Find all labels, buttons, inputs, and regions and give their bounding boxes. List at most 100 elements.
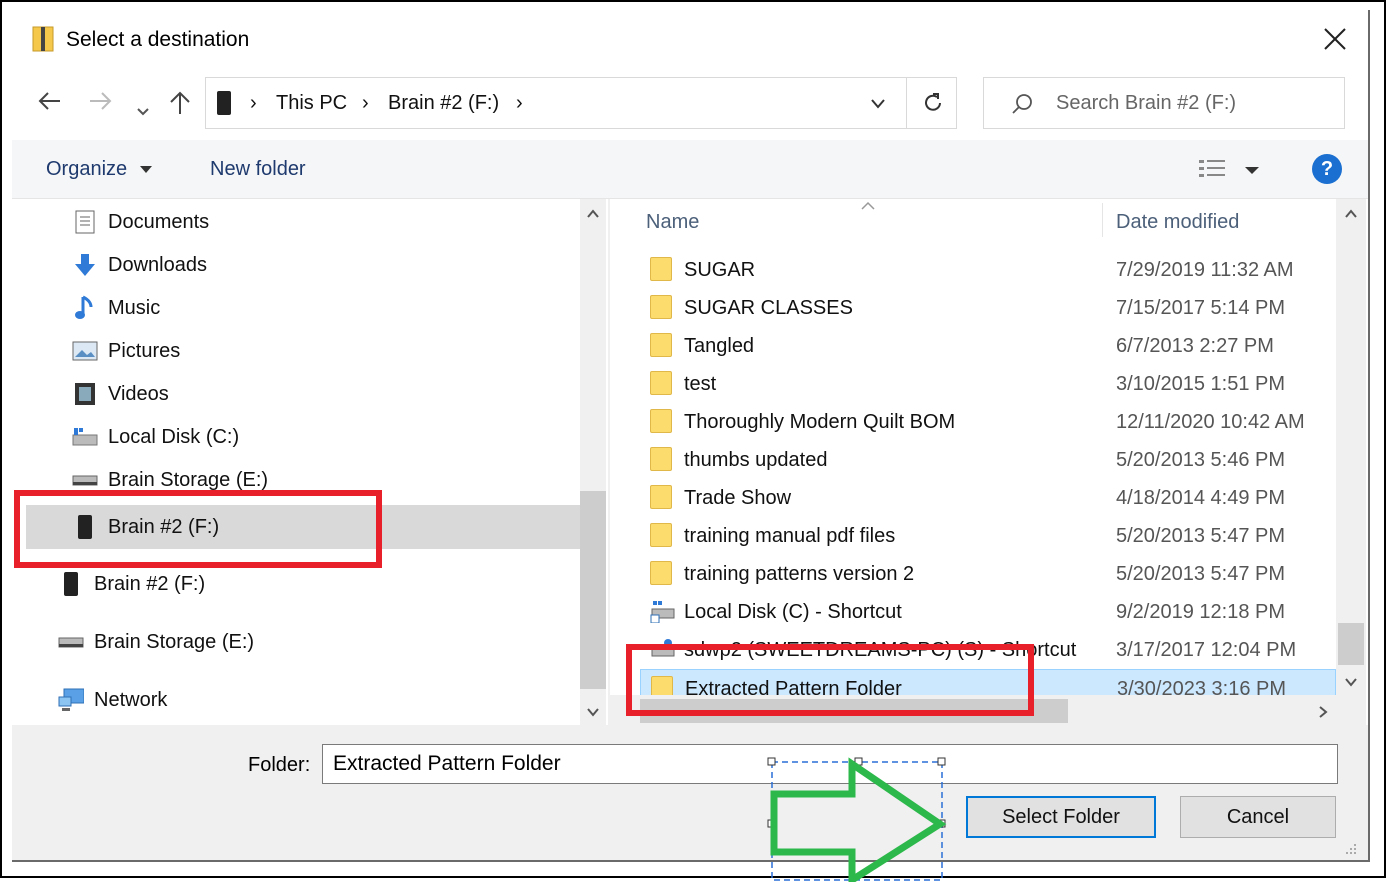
select-folder-button[interactable]: Select Folder [966, 796, 1156, 838]
breadcrumb-separator: › [250, 92, 257, 114]
scroll-up-icon[interactable] [1344, 209, 1358, 219]
forward-button[interactable] [88, 90, 114, 119]
nav-item-music[interactable]: Music [72, 288, 160, 328]
file-list-vertical-scrollbar[interactable] [1336, 199, 1366, 695]
file-name: Thoroughly Modern Quilt BOM [684, 411, 956, 433]
nav-item-local-disk-c[interactable]: Local Disk (C:) [72, 417, 239, 457]
scroll-up-icon[interactable] [586, 209, 600, 219]
up-button[interactable] [168, 90, 192, 123]
music-icon [72, 295, 98, 321]
address-dropdown-icon[interactable] [870, 98, 886, 110]
nav-pane-scroll-thumb[interactable] [580, 491, 606, 689]
sort-ascending-icon [861, 201, 875, 210]
file-name: SUGAR CLASSES [684, 297, 853, 319]
file-row[interactable]: test 3/10/2015 1:51 PM [640, 365, 1336, 403]
folder-label: Folder: [248, 754, 311, 776]
folder-icon [650, 447, 674, 473]
nav-item-brain-2-f[interactable]: Brain #2 (F:) [58, 564, 205, 604]
navigation-pane: Documents Downloads Music Pictures Video… [12, 199, 608, 725]
close-button[interactable] [1318, 22, 1352, 56]
file-date-modified: 3/10/2015 1:51 PM [1116, 373, 1286, 395]
organize-dropdown-icon [139, 166, 152, 173]
search-icon [1012, 94, 1032, 114]
nav-item-label: Downloads [108, 253, 207, 276]
nav-item-documents[interactable]: Documents [72, 202, 209, 242]
file-row[interactable]: thumbs updated 5/20/2013 5:46 PM [640, 441, 1336, 479]
nav-item-downloads[interactable]: Downloads [72, 245, 207, 285]
back-button[interactable] [36, 90, 62, 119]
refresh-button[interactable] [906, 77, 960, 129]
file-name: SUGAR [684, 259, 756, 281]
column-header-date-modified[interactable]: Date modified [1116, 211, 1239, 234]
file-date-modified: 3/17/2017 12:04 PM [1116, 639, 1297, 661]
new-folder-button[interactable]: New folder [210, 158, 306, 181]
organize-label: Organize [46, 158, 128, 180]
shortcut-icon [650, 599, 675, 625]
scroll-down-icon[interactable] [1344, 677, 1358, 687]
folder-icon [650, 485, 674, 511]
nav-item-brain-storage-e-2[interactable]: Brain Storage (E:) [58, 622, 254, 662]
search-placeholder: Search Brain #2 (F:) [1056, 92, 1237, 114]
file-row[interactable]: SUGAR CLASSES 7/15/2017 5:14 PM [640, 289, 1336, 327]
help-icon[interactable]: ? [1312, 154, 1342, 184]
file-date-modified: 6/7/2013 2:27 PM [1116, 335, 1274, 357]
folder-icon [650, 295, 674, 321]
file-date-modified: 5/20/2013 5:47 PM [1116, 525, 1286, 547]
file-date-modified: 5/20/2013 5:47 PM [1116, 563, 1286, 585]
nav-item-label: Documents [108, 210, 210, 233]
drive-icon [58, 629, 84, 655]
search-box[interactable]: Search Brain #2 (F:) [983, 77, 1345, 129]
file-date-modified: 12/11/2020 10:42 AM [1116, 411, 1305, 433]
file-row[interactable]: SUGAR 7/29/2019 11:32 AM [640, 251, 1336, 289]
up-arrow-icon [170, 91, 190, 114]
file-name: training patterns version 2 [684, 563, 915, 585]
usb-drive-icon [217, 91, 231, 115]
file-row[interactable]: training patterns version 2 5/20/2013 5:4… [640, 555, 1336, 593]
file-row[interactable]: Local Disk (C) - Shortcut 9/2/2019 12:18 … [640, 593, 1336, 631]
file-name: Trade Show [684, 487, 792, 509]
highlight-box-selected-folder [626, 644, 1034, 716]
file-row[interactable]: Tangled 6/7/2013 2:27 PM [640, 327, 1336, 365]
downloads-icon [72, 252, 98, 278]
scroll-down-icon[interactable] [586, 707, 600, 717]
nav-item-label: Brain Storage (E:) [94, 630, 255, 653]
folder-icon [650, 333, 674, 359]
folder-icon [650, 371, 674, 397]
resize-grip-icon[interactable] [1342, 840, 1358, 856]
command-toolbar: Organize New folder ? [12, 140, 1368, 199]
file-date-modified: 4/18/2014 4:49 PM [1116, 487, 1286, 509]
file-name: training manual pdf files [684, 525, 896, 547]
file-row[interactable]: Thoroughly Modern Quilt BOM 12/11/2020 10… [640, 403, 1336, 441]
address-bar[interactable]: › This PC › Brain #2 (F:) › [205, 77, 957, 129]
file-date-modified: 7/15/2017 5:14 PM [1116, 297, 1286, 319]
recent-locations-button[interactable] [136, 96, 150, 124]
breadcrumb-separator: › [362, 92, 369, 114]
file-row[interactable]: training manual pdf files 5/20/2013 5:47 … [640, 517, 1336, 555]
nav-item-videos[interactable]: Videos [72, 374, 169, 414]
view-options-icon[interactable] [1198, 158, 1228, 182]
chevron-down-icon [137, 108, 149, 116]
organize-button[interactable]: Organize [46, 158, 153, 181]
network-icon [58, 687, 84, 713]
nav-item-label: Network [94, 688, 168, 711]
back-arrow-icon [38, 92, 60, 110]
scroll-right-icon[interactable] [1318, 705, 1328, 719]
folder-icon [650, 561, 674, 587]
column-divider[interactable] [1102, 203, 1103, 237]
nav-item-label: Brain #2 (F:) [94, 572, 206, 595]
nav-item-network[interactable]: Network [58, 680, 167, 720]
navigation-bar: › This PC › Brain #2 (F:) › Search Brain… [12, 70, 1368, 140]
pictures-icon [72, 338, 98, 364]
file-date-modified: 7/29/2019 11:32 AM [1116, 259, 1294, 281]
breadcrumb-this-pc[interactable]: This PC [276, 92, 347, 115]
view-dropdown-icon[interactable] [1244, 166, 1260, 176]
file-list-vertical-scroll-thumb[interactable] [1338, 623, 1364, 665]
cancel-button[interactable]: Cancel [1180, 796, 1336, 838]
breadcrumb-drive[interactable]: Brain #2 (F:) [388, 92, 499, 115]
file-date-modified: 5/20/2013 5:46 PM [1116, 449, 1286, 471]
column-header-name[interactable]: Name [646, 211, 699, 234]
nav-item-pictures[interactable]: Pictures [72, 331, 180, 371]
file-row[interactable]: Trade Show 4/18/2014 4:49 PM [640, 479, 1336, 517]
nav-item-label: Brain Storage (E:) [108, 468, 269, 491]
breadcrumb-separator[interactable]: › [516, 92, 523, 115]
